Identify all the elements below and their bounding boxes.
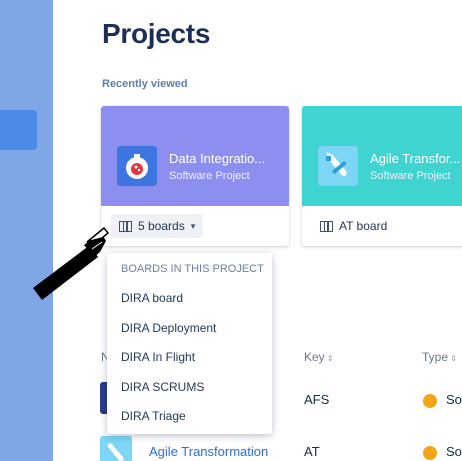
card-header[interactable]: Agile Transfor... Software Project	[302, 106, 462, 206]
project-type-icon	[423, 446, 437, 460]
project-type: Software Project	[169, 170, 250, 182]
column-header-type[interactable]: Type ⇕	[422, 350, 457, 364]
dropdown-heading: BOARDS IN THIS PROJECT	[121, 263, 264, 275]
card-header[interactable]: Data Integratio... Software Project	[101, 106, 289, 206]
project-card-data-integration[interactable]: Data Integratio... Software Project 5 bo…	[101, 106, 289, 246]
boards-count-label: 5 boards	[138, 219, 185, 233]
board-icon	[119, 220, 132, 232]
dropdown-item-dira-triage[interactable]: DIRA Triage	[121, 409, 186, 423]
column-header-type-label: Type	[422, 350, 449, 364]
project-type: Software Project	[370, 170, 451, 182]
column-header-key[interactable]: Key ⇕	[304, 350, 334, 364]
board-link-button[interactable]: AT board	[312, 214, 395, 238]
dropdown-item-dira-deployment[interactable]: DIRA Deployment	[121, 321, 216, 335]
project-name[interactable]: Agile Transfor...	[370, 151, 460, 166]
project-avatar-icon	[117, 146, 157, 186]
page-title: Projects	[102, 18, 211, 49]
dropdown-item-dira-in-flight[interactable]: DIRA In Flight	[121, 350, 195, 364]
dropdown-item-dira-scrums[interactable]: DIRA SCRUMS	[121, 380, 204, 394]
project-type: So	[446, 444, 462, 459]
project-avatar-icon	[100, 436, 132, 461]
chevron-down-icon: ▾	[190, 220, 196, 231]
boards-dropdown-menu: BOARDS IN THIS PROJECT DIRA board DIRA D…	[107, 253, 272, 434]
project-key: AFS	[304, 392, 330, 407]
board-label: AT board	[339, 219, 388, 233]
recently-viewed-label: Recently viewed	[102, 78, 188, 90]
project-type: So	[446, 392, 462, 407]
project-card-agile-transformation[interactable]: Agile Transfor... Software Project AT bo…	[302, 106, 462, 246]
column-header-key-label: Key	[304, 350, 325, 364]
left-sidebar	[0, 0, 53, 461]
project-name[interactable]: Data Integratio...	[169, 151, 265, 166]
boards-dropdown-button[interactable]: 5 boards ▾	[111, 214, 204, 238]
project-avatar-icon	[318, 146, 358, 186]
project-key: AT	[304, 444, 320, 459]
project-name-link[interactable]: Agile Transformation	[149, 444, 268, 459]
sidebar-active-item[interactable]	[0, 110, 37, 150]
project-type-icon	[423, 394, 437, 408]
board-icon	[320, 220, 333, 232]
dropdown-item-dira-board[interactable]: DIRA board	[121, 291, 183, 305]
